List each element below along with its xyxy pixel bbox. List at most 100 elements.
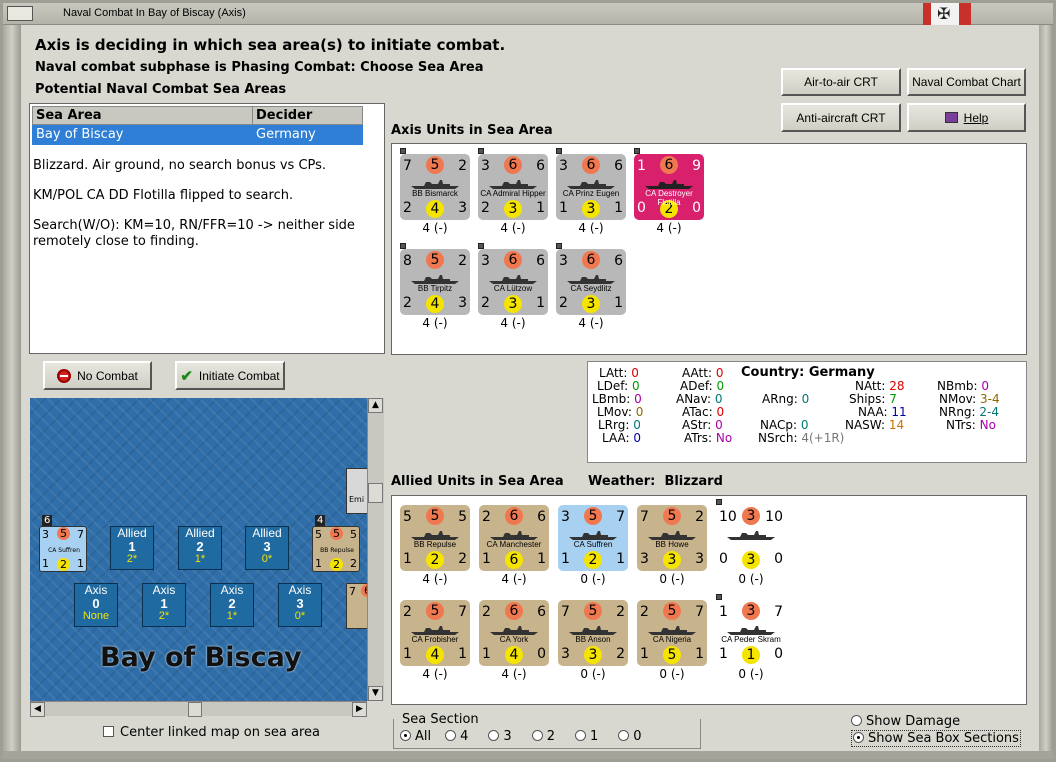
show-sections-radio[interactable]: Show Sea Box Sections [851, 730, 1021, 747]
col-decider[interactable]: Decider [252, 106, 363, 125]
unit-counter-face[interactable]: 3 6 2 1 6 3 CA Lützow [478, 249, 548, 315]
checkbox-icon[interactable] [103, 726, 114, 737]
stat-top-right: 2 [458, 253, 467, 269]
stat-top-center: 6 [504, 251, 522, 269]
sea-area-map[interactable]: Allied 1 2* Allied 2 1* Allied 3 0* Axis 0 None Axis… [30, 398, 367, 701]
show-damage-radio[interactable]: Show Damage [851, 714, 960, 729]
unit-marker-icon [478, 148, 484, 154]
radio-icon[interactable] [400, 730, 411, 741]
info-weather: Blizzard. Air ground, no search bonus vs… [33, 158, 327, 173]
map-edge-counter[interactable]: 76 [346, 583, 367, 629]
sea-section-option[interactable]: 1 [574, 729, 598, 744]
box-value: None [82, 610, 110, 622]
sea-box-axis[interactable]: Axis 3 0* [278, 583, 322, 627]
scroll-thumb-h[interactable] [188, 702, 202, 717]
help-button[interactable]: Help [907, 103, 1026, 132]
unit-strength: 4 (-) [500, 221, 526, 235]
unit-counter-face[interactable]: 1 7 1 0 3 1 CA Peder Skram [716, 600, 786, 666]
unit-counter-face[interactable]: 7 2 2 3 5 4 BB Bismarck [400, 154, 470, 220]
unit-counter-face[interactable]: 2 6 1 0 6 4 CA York [479, 600, 549, 666]
stat-bottom-left: 3 [640, 551, 649, 567]
box-value: 1* [226, 610, 238, 622]
unit-counter-face[interactable]: 5 5 1 2 5 2 BB Repulse [400, 505, 470, 571]
initiate-combat-button[interactable]: ✔ Initiate Combat [175, 361, 285, 390]
cell-sea-area[interactable]: Bay of Biscay [32, 124, 253, 145]
stat-top-center: 5 [584, 507, 602, 525]
sea-box-axis[interactable]: Axis 2 1* [210, 583, 254, 627]
col-sea-area[interactable]: Sea Area [32, 106, 253, 125]
unit-counter-face[interactable]: 7 2 3 3 5 3 BB Howe [637, 505, 707, 571]
scroll-thumb-v[interactable] [368, 483, 383, 503]
sea-box-allied[interactable]: Allied 3 0* [245, 526, 289, 570]
radio-icon[interactable] [618, 730, 630, 741]
map-unit-counter[interactable]: 4 5 5 5 BB Repulse 1 2 2 [312, 515, 360, 572]
stat-aatt: AAtt: 0 [682, 366, 724, 380]
map-horizontal-scrollbar[interactable]: ◀ ▶ [30, 701, 367, 717]
scroll-up-icon[interactable]: ▲ [368, 398, 383, 413]
help-label: Help [963, 110, 989, 125]
cell-decider[interactable]: Germany [252, 124, 363, 145]
map-edge-counter[interactable]: Emi [346, 468, 367, 514]
unit-counter-face[interactable]: 8 2 2 3 5 4 BB Tirpitz [400, 249, 470, 315]
stat-astr: AStr: 0 [682, 418, 723, 432]
unit-counter-face[interactable]: 3 6 2 1 6 3 CA Seydlitz [556, 249, 626, 315]
naval-combat-chart-button[interactable]: Naval Combat Chart [907, 68, 1026, 96]
center-map-checkbox[interactable]: Center linked map on sea area [103, 725, 320, 740]
stat-top-right: 6 [537, 509, 546, 525]
sea-box-axis[interactable]: Axis 1 2* [142, 583, 186, 627]
unit-counter-face[interactable]: 2 6 1 1 6 6 CA Manchester [479, 505, 549, 571]
stat-top-left: 3 [561, 509, 570, 525]
scroll-right-icon[interactable]: ▶ [352, 702, 367, 717]
unit-counter-face[interactable]: 3 6 1 1 6 3 CA Prinz Eugen [556, 154, 626, 220]
stat-ldef: LDef: 0 [597, 379, 640, 393]
table-header-row: Sea Area Decider [32, 106, 363, 125]
sea-section-option[interactable]: 4 [445, 729, 468, 744]
sea-section-option[interactable]: All [400, 729, 431, 744]
unit-strength: 0 (-) [580, 572, 606, 586]
unit-counter-face[interactable]: 3 6 2 1 6 3 CA Admiral Hipper [478, 154, 548, 220]
stat-bottom-right: 1 [616, 551, 625, 567]
map-unit-counter[interactable]: 6 3 5 7 CA Suffren 1 2 1 [39, 515, 87, 572]
no-combat-button[interactable]: No Combat [43, 361, 152, 390]
table-row[interactable]: Bay of Biscay Germany [32, 124, 363, 145]
scroll-left-icon[interactable]: ◀ [30, 702, 45, 717]
stat-top-center: 5 [663, 602, 681, 620]
stat-top-center: 6 [660, 156, 678, 174]
sea-section-option[interactable]: 2 [531, 729, 555, 744]
radio-icon[interactable] [851, 715, 862, 726]
stat-top-right: 7 [774, 604, 783, 620]
stat-top-center: 6 [505, 507, 523, 525]
map-vertical-scrollbar[interactable]: ▲ ▼ [367, 398, 384, 701]
stat-nmov: NMov: 3-4 [939, 392, 1000, 406]
window-menu-icon[interactable] [7, 6, 33, 21]
anti-aircraft-crt-button[interactable]: Anti-aircraft CRT [781, 103, 901, 132]
stat-top-center: 6 [505, 602, 523, 620]
sea-section-option[interactable]: 3 [488, 729, 512, 744]
unit-counter-face[interactable]: 7 2 3 2 5 3 BB Anson [558, 600, 628, 666]
sea-box-allied[interactable]: Allied 2 1* [178, 526, 222, 570]
sea-section-option[interactable]: 0 [618, 729, 642, 744]
radio-icon[interactable] [445, 730, 457, 741]
radio-selected-icon[interactable] [853, 732, 864, 743]
radio-icon[interactable] [488, 730, 500, 741]
unit-counter-face[interactable]: 1 9 0 0 6 2 CA Destroyer Flotilla [634, 154, 704, 220]
air-to-air-crt-button[interactable]: Air-to-air CRT [781, 68, 901, 96]
radio-icon[interactable] [531, 730, 543, 741]
unit-counter-face[interactable]: 10 10 0 0 3 3 [716, 505, 786, 571]
sea-box-allied[interactable]: Allied 1 2* [110, 526, 154, 570]
stat-top-left: 10 [719, 509, 737, 525]
unit-name: CA Destroyer Flotilla [645, 189, 693, 207]
stat-top-right: 5 [350, 528, 357, 541]
sea-box-axis[interactable]: Axis 0 None [74, 583, 118, 627]
unit-name: BB Repulse [413, 540, 457, 549]
stat-bottom-left: 0 [719, 551, 728, 567]
radio-icon[interactable] [574, 730, 586, 741]
stat-top-right: 6 [536, 253, 545, 269]
unit-counter-face[interactable]: 2 7 1 1 5 5 CA Nigeria [637, 600, 707, 666]
scroll-down-icon[interactable]: ▼ [368, 686, 383, 701]
unit-counter-face[interactable]: 3 7 1 1 5 2 CA Suffren [558, 505, 628, 571]
stat-top-center: 5 [663, 507, 681, 525]
stat-bottom-right: 3 [458, 200, 467, 216]
unit-counter-face[interactable]: 2 7 1 1 5 4 CA Frobisher [400, 600, 470, 666]
stat-top-left: 5 [403, 509, 412, 525]
